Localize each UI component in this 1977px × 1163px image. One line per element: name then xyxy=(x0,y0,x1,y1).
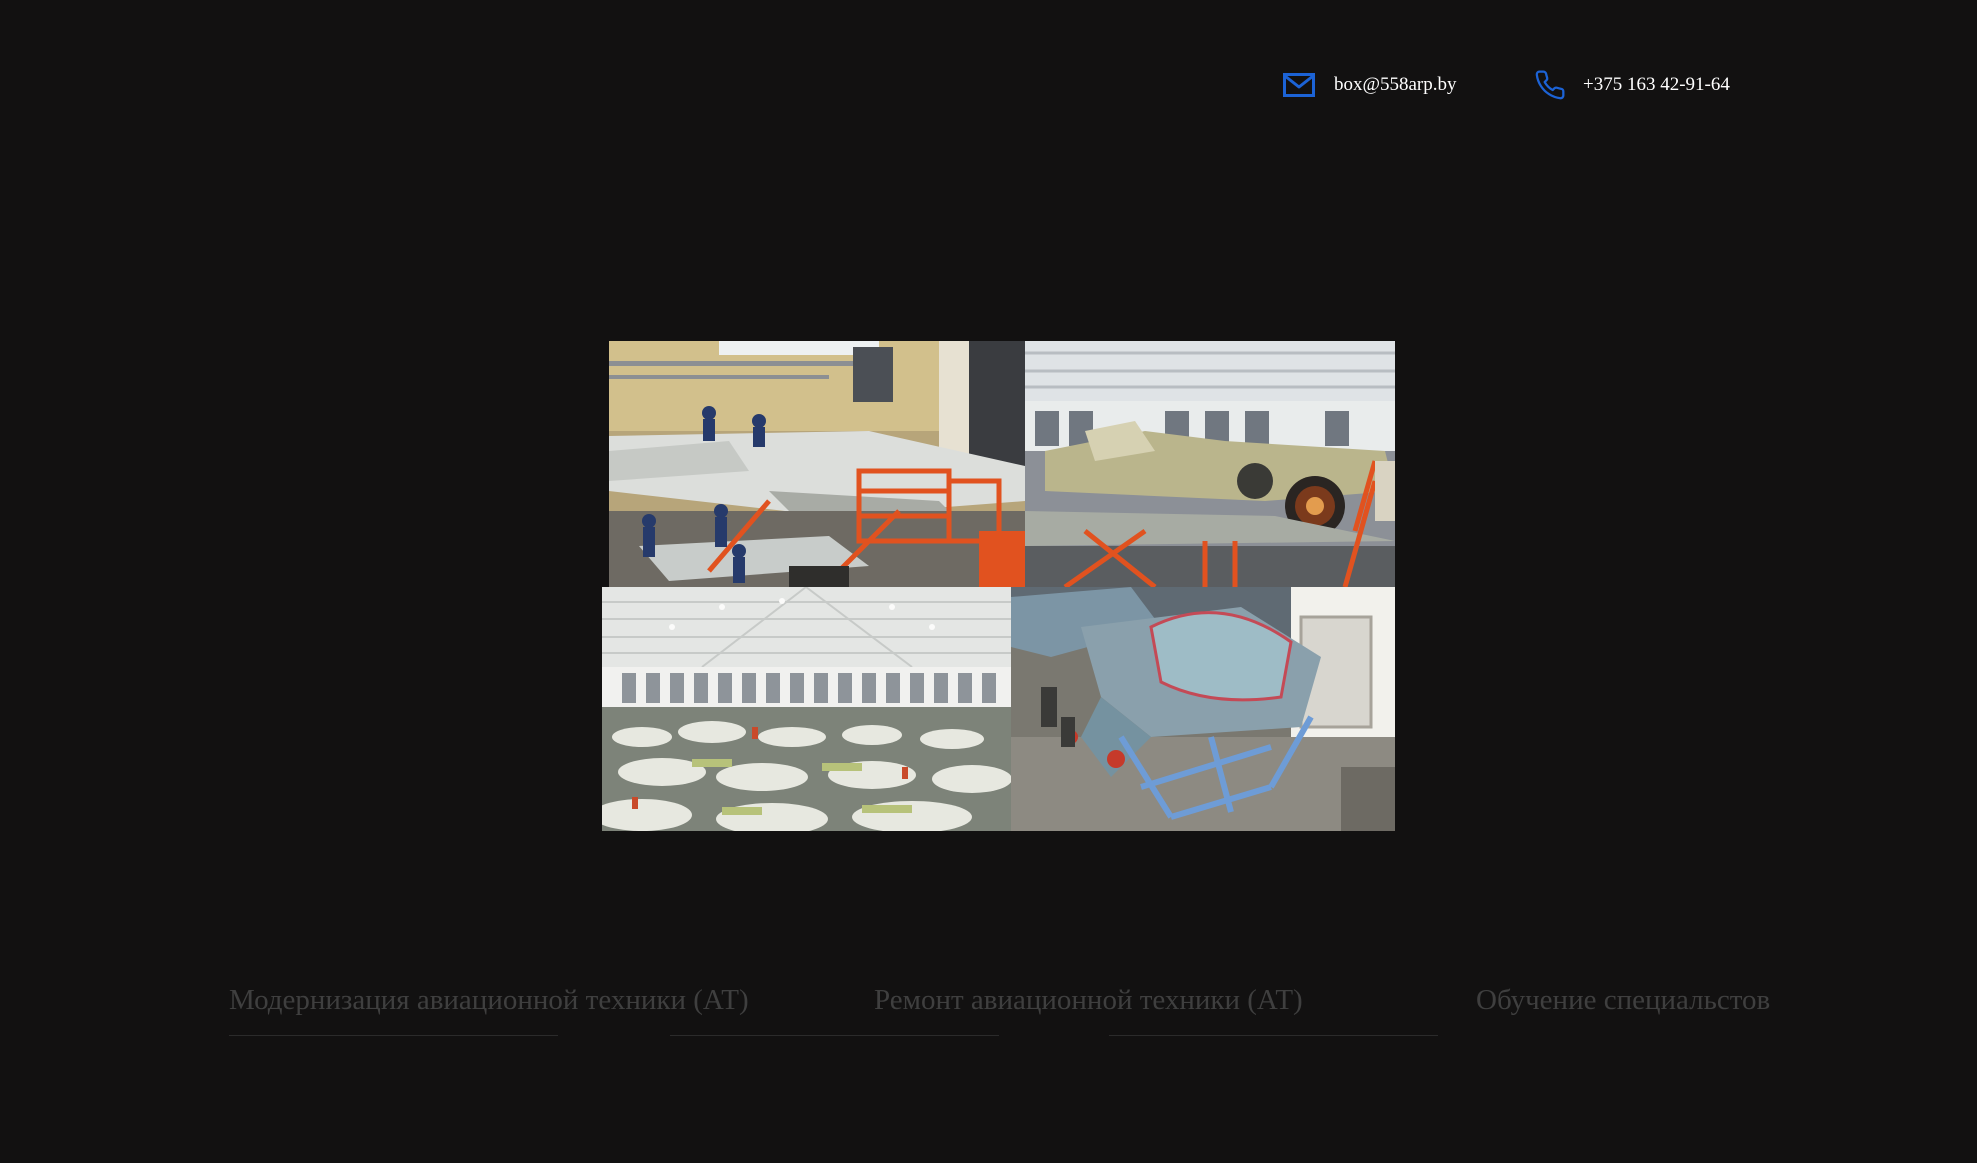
phone-icon xyxy=(1533,68,1567,102)
phone-number: +375 163 42-91-64 xyxy=(1583,74,1730,95)
cockpit-section-photo xyxy=(1011,587,1395,831)
aircraft-maintenance-scaffold-photo xyxy=(609,341,1025,587)
email-address: box@558arp.by xyxy=(1334,74,1457,95)
divider-line xyxy=(1109,1035,1438,1036)
service-link-training[interactable]: Обучение специальстов xyxy=(1476,984,1770,1017)
hangar-overview-photo xyxy=(602,587,1011,831)
divider-line xyxy=(229,1035,558,1036)
divider-line xyxy=(670,1035,999,1036)
service-link-repair[interactable]: Ремонт авиационной техники (АТ) xyxy=(874,984,1303,1017)
photo-collage xyxy=(600,340,1397,832)
email-contact-link[interactable]: box@558arp.by xyxy=(1282,68,1457,102)
envelope-icon xyxy=(1282,68,1316,102)
aircraft-engine-repair-photo xyxy=(1025,341,1395,587)
service-link-modernization[interactable]: Модернизация авиационной техники (АТ) xyxy=(229,984,749,1017)
phone-contact-link[interactable]: +375 163 42-91-64 xyxy=(1533,68,1730,102)
page: box@558arp.by +375 163 42-91-64 Модерниз… xyxy=(0,0,1977,1163)
